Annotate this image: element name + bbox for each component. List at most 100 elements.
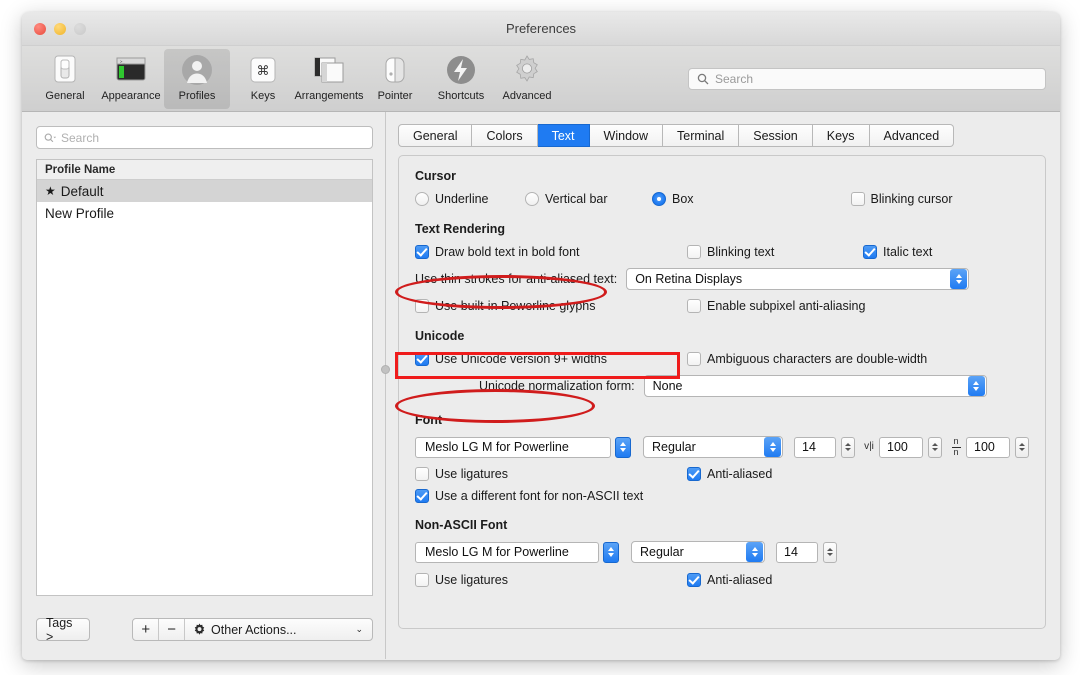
cursor-vertical-bar-radio[interactable]: Vertical bar <box>525 192 652 206</box>
font-style-value: Regular <box>652 440 696 454</box>
toolbar-item-label: Advanced <box>502 90 552 102</box>
toolbar-item-profiles[interactable]: Profiles <box>164 49 230 109</box>
tab-colors[interactable]: Colors <box>472 124 538 147</box>
non-ascii-font-size-field[interactable]: 14 <box>776 541 818 563</box>
horizontal-spacing-stepper[interactable] <box>928 436 942 458</box>
normalization-select[interactable]: None <box>643 375 987 397</box>
font-ligatures-checkbox[interactable]: Use ligatures <box>415 467 687 481</box>
unicode-section-title: Unicode <box>415 329 465 343</box>
font-size-stepper[interactable] <box>841 436 855 458</box>
non-ascii-antialiased-checkbox[interactable]: Anti-aliased <box>687 573 772 587</box>
other-actions-menu[interactable]: Other Actions... ⌄ <box>185 619 372 640</box>
profiles-sidebar: Search Profile Name ★ Default New Profil… <box>22 112 386 659</box>
checkbox-label: Draw bold text in bold font <box>435 245 580 259</box>
keys-icon: ⌘ <box>249 53 277 87</box>
toolbar-search-field[interactable]: Search <box>688 68 1046 90</box>
tab-window[interactable]: Window <box>589 124 664 147</box>
vertical-spacing-field[interactable]: 100 <box>966 436 1010 458</box>
subpixel-antialiasing-checkbox[interactable]: Enable subpixel anti-aliasing <box>687 299 865 313</box>
toolbar-item-label: Keys <box>250 90 276 102</box>
non-ascii-ligatures-checkbox[interactable]: Use ligatures <box>415 573 687 587</box>
svg-text:⌘: ⌘ <box>257 63 270 78</box>
chevron-up-down-icon <box>764 437 781 457</box>
toolbar-search-placeholder: Search <box>715 72 754 86</box>
tab-label: Window <box>603 128 649 143</box>
radio-icon <box>525 192 539 206</box>
blinking-cursor-checkbox[interactable]: Blinking cursor <box>850 192 953 206</box>
profile-search-input[interactable]: Search <box>36 126 374 149</box>
font-family-combo[interactable]: Meslo LG M for Powerline <box>415 436 611 458</box>
italic-text-checkbox[interactable]: Italic text <box>863 245 932 259</box>
checkbox-icon <box>687 573 701 587</box>
main-panel: General Colors Text Window Terminal Sess… <box>386 112 1060 659</box>
add-profile-button[interactable]: + <box>133 619 160 640</box>
tab-label: Colors <box>486 128 523 143</box>
powerline-glyphs-checkbox[interactable]: Use built-in Powerline glyphs <box>415 299 687 313</box>
non-ascii-font-family-stepper[interactable] <box>603 541 619 563</box>
tab-session[interactable]: Session <box>739 124 813 147</box>
title-bar: Preferences <box>22 12 1060 46</box>
font-size-field[interactable]: 14 <box>794 436 836 458</box>
toolbar-item-general[interactable]: General <box>32 49 98 104</box>
tags-button-label: Tags > <box>46 615 73 644</box>
non-ascii-font-style-value: Regular <box>640 545 684 559</box>
sidebar-footer: Tags > + − Other Actions... ⌄ <box>36 615 374 644</box>
window-body: Search Profile Name ★ Default New Profil… <box>22 112 1060 659</box>
tab-label: Advanced <box>883 128 940 143</box>
toolbar-item-pointer[interactable]: Pointer <box>362 49 428 104</box>
non-ascii-font-size-stepper[interactable] <box>823 541 837 563</box>
remove-profile-button[interactable]: − <box>159 619 186 640</box>
table-row[interactable]: ★ Default <box>37 180 373 202</box>
profile-table[interactable]: Profile Name ★ Default New Profile <box>36 159 374 596</box>
add-icon: + <box>141 621 151 638</box>
toolbar-item-keys[interactable]: ⌘ Keys <box>230 49 296 104</box>
close-button[interactable] <box>34 23 46 35</box>
non-ascii-font-section-title: Non-ASCII Font <box>415 518 508 532</box>
font-style-select[interactable]: Regular <box>643 436 783 458</box>
checkbox-label: Ambiguous characters are double-width <box>707 352 928 366</box>
tab-label: Keys <box>826 128 855 143</box>
profiles-icon <box>181 53 213 87</box>
cursor-box-radio[interactable]: Box <box>652 192 694 206</box>
font-antialiased-checkbox[interactable]: Anti-aliased <box>687 467 772 481</box>
non-ascii-font-style-select[interactable]: Regular <box>631 541 765 563</box>
non-ascii-font-family-combo[interactable]: Meslo LG M for Powerline <box>415 541 599 563</box>
normalization-value: None <box>652 379 683 393</box>
toolbar-item-label: Shortcuts <box>437 90 485 102</box>
tags-button[interactable]: Tags > <box>36 615 91 644</box>
non-ascii-font-size-value: 14 <box>784 545 798 559</box>
toolbar-item-advanced[interactable]: Advanced <box>494 49 560 104</box>
draw-bold-text-checkbox[interactable]: Draw bold text in bold font <box>415 245 687 259</box>
thin-strokes-select[interactable]: On Retina Displays <box>626 268 970 290</box>
profile-actions-group: + − Other Actions... ⌄ <box>132 618 374 641</box>
ambiguous-double-width-checkbox[interactable]: Ambiguous characters are double-width <box>687 352 927 366</box>
toolbar-item-shortcuts[interactable]: Shortcuts <box>428 49 494 104</box>
font-family-value: Meslo LG M for Powerline <box>425 440 569 454</box>
table-row[interactable]: New Profile <box>37 202 372 224</box>
split-resize-handle[interactable] <box>381 365 391 374</box>
minimize-button[interactable] <box>54 23 66 35</box>
toolbar-item-label: General <box>45 90 85 102</box>
tab-advanced[interactable]: Advanced <box>869 124 955 147</box>
advanced-icon <box>512 53 542 87</box>
font-family-stepper[interactable] <box>615 436 631 458</box>
tab-keys[interactable]: Keys <box>812 124 870 147</box>
toolbar-item-arrangements[interactable]: Arrangements <box>294 49 364 104</box>
checkbox-label: Use ligatures <box>435 467 508 481</box>
blinking-text-checkbox[interactable]: Blinking text <box>687 245 863 259</box>
shortcuts-icon <box>446 53 476 87</box>
unicode-version9-checkbox[interactable]: Use Unicode version 9+ widths <box>415 352 687 366</box>
appearance-icon: >_ <box>115 53 147 87</box>
vertical-spacing-value: 100 <box>974 440 995 454</box>
chevron-up-down-icon <box>746 542 763 562</box>
vertical-spacing-stepper[interactable] <box>1015 436 1029 458</box>
tab-terminal[interactable]: Terminal <box>663 124 740 147</box>
tab-general[interactable]: General <box>398 124 473 147</box>
toolbar-item-label: Profiles <box>178 90 216 102</box>
cursor-underline-radio[interactable]: Underline <box>415 192 525 206</box>
toolbar-item-appearance[interactable]: >_ Appearance <box>98 49 164 104</box>
tab-text[interactable]: Text <box>537 124 590 147</box>
thin-strokes-label: Use thin strokes for anti-aliased text: <box>415 272 618 286</box>
use-different-font-checkbox[interactable]: Use a different font for non-ASCII text <box>415 489 643 503</box>
horizontal-spacing-field[interactable]: 100 <box>879 436 923 458</box>
